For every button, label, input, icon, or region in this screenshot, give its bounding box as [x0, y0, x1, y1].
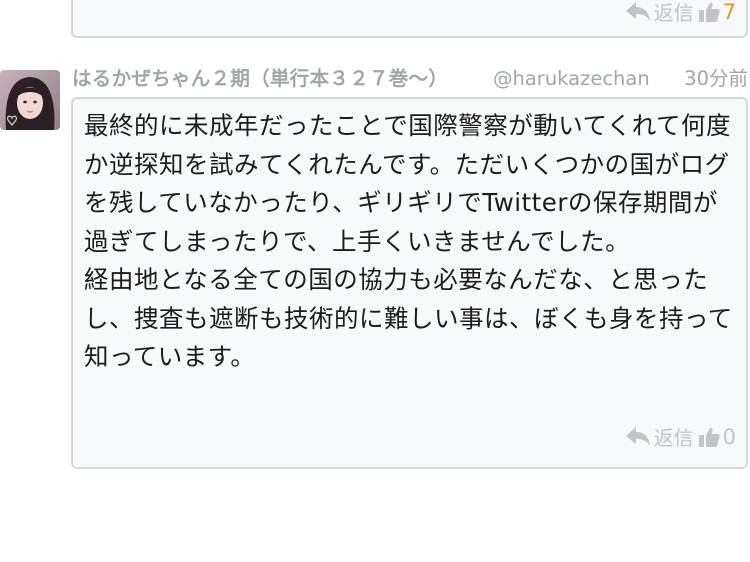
reply-button[interactable]: 返信 — [654, 422, 694, 451]
reply-arrow-icon[interactable] — [625, 426, 651, 448]
like-count: 0 — [722, 424, 736, 449]
thumbs-up-icon[interactable] — [698, 426, 720, 448]
post-header: はるかぜちゃん２期（単行本３２７巻〜） @harukazechan 30分前 — [72, 64, 748, 94]
timestamp[interactable]: 30分前 — [684, 64, 748, 94]
thumbs-up-icon[interactable] — [698, 1, 720, 23]
like-count: 7 — [722, 0, 736, 24]
post-body: 最終的に未成年だったことで国際警察が動いてくれて何度か逆探知を試みてくれたんです… — [84, 111, 733, 371]
reply-button[interactable]: 返信 — [654, 0, 694, 26]
user-handle[interactable]: @harukazechan — [493, 64, 650, 94]
previous-post-card: 返信 7 — [71, 0, 748, 38]
reply-arrow-icon[interactable] — [625, 1, 651, 23]
display-name[interactable]: はるかぜちゃん２期（単行本３２７巻〜） — [72, 64, 448, 94]
avatar[interactable] — [0, 70, 60, 130]
post-actions: 返信 0 — [625, 422, 736, 451]
post-card: 最終的に未成年だったことで国際警察が動いてくれて何度か逆探知を試みてくれたんです… — [71, 97, 748, 469]
previous-post-actions: 返信 7 — [625, 0, 736, 26]
